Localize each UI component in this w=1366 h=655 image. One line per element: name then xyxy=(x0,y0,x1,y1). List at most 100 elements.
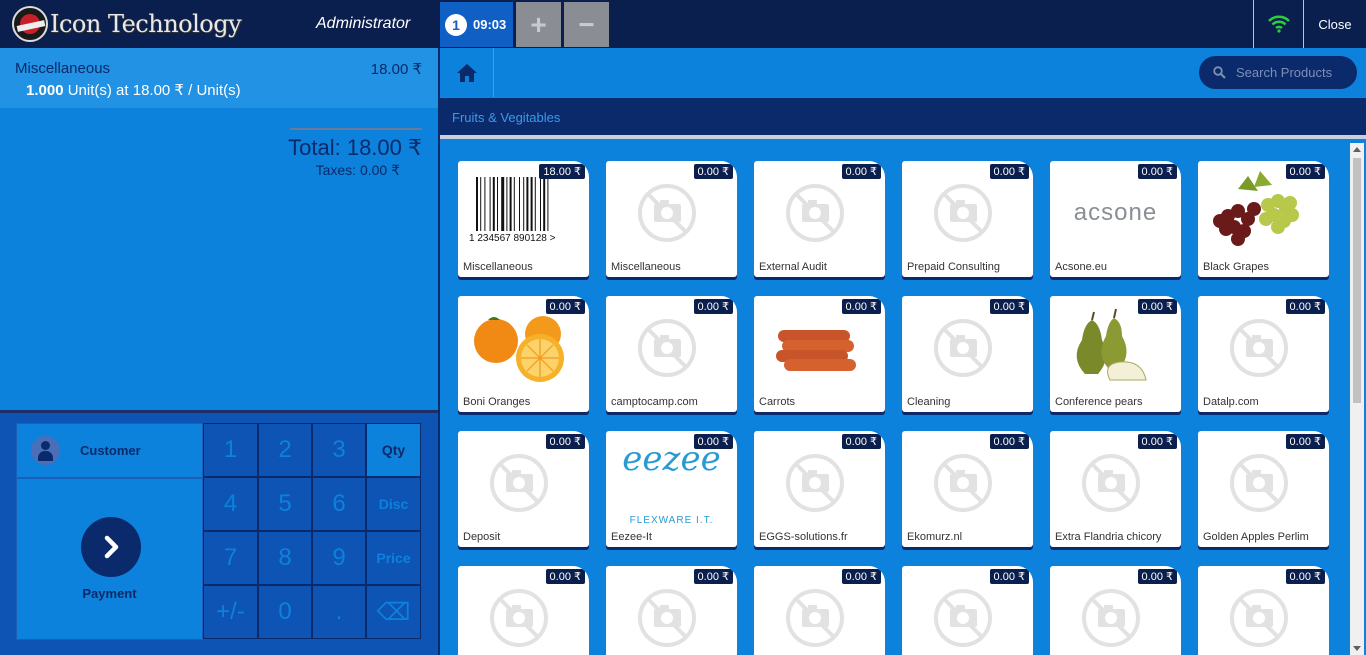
product-price: 0.00 ₹ xyxy=(1285,164,1325,179)
product-card[interactable]: 0.00 ₹ Deposit xyxy=(458,431,589,547)
acsone-logo-text: acsone xyxy=(1073,199,1158,226)
product-card[interactable]: 0.00 ₹ camptocamp.com xyxy=(606,296,737,412)
product-name: Miscellaneous xyxy=(463,261,533,273)
breadcrumb-category[interactable]: Fruits & Vegitables xyxy=(452,110,560,125)
customer-button[interactable]: Customer xyxy=(16,423,203,478)
product-price: 0.00 ₹ xyxy=(989,569,1029,584)
product-card[interactable]: 0.00 ₹ Boni Oranges xyxy=(458,296,589,412)
product-card[interactable]: acsone 0.00 ₹ Acsone.eu xyxy=(1050,161,1181,277)
product-price: 0.00 ₹ xyxy=(841,164,881,179)
product-name: Carrots xyxy=(759,396,796,408)
chevron-right-icon xyxy=(81,517,141,577)
product-name: Cleaning xyxy=(907,396,951,408)
product-card[interactable]: eezee FLEXWARE I.T. 0.00 ₹ Eezee-It xyxy=(606,431,737,547)
company-logo: Icon Technology xyxy=(12,6,242,42)
product-card[interactable]: 0.00 ₹ xyxy=(458,566,589,655)
product-name: Deposit xyxy=(463,531,501,543)
product-name: Miscellaneous xyxy=(611,261,681,273)
product-card[interactable]: 0.00 ₹ Golden Apples Perlim xyxy=(1198,431,1329,547)
product-name: Extra Flandria chicory xyxy=(1055,531,1162,543)
payment-button[interactable]: Payment xyxy=(16,478,203,640)
user-icon xyxy=(31,436,60,465)
product-card[interactable]: 0.00 ₹ Extra Flandria chicory xyxy=(1050,431,1181,547)
payment-label: Payment xyxy=(82,586,137,601)
product-name: camptocamp.com xyxy=(611,396,698,408)
product-card[interactable]: 0.00 ₹ xyxy=(1198,566,1329,655)
numpad-key[interactable]: 6 xyxy=(312,477,366,531)
product-card[interactable]: 0.00 ₹ Black Grapes xyxy=(1198,161,1329,277)
product-grid: 1 234567 890128 >18.00 ₹ Miscellaneous 0.0… xyxy=(458,161,1348,655)
order-line-detail: Unit(s) at 18.00 ₹ / Unit(s) xyxy=(63,82,241,99)
order-time: 09:03 xyxy=(473,17,507,32)
product-price: 0.00 ₹ xyxy=(693,434,733,449)
backspace-key[interactable]: ⌫ xyxy=(366,585,421,639)
order-pane: Miscellaneous 18.00 ₹ 1.000 Unit(s) at 1… xyxy=(0,48,438,655)
customer-label: Customer xyxy=(80,443,141,458)
numpad-key[interactable]: 8 xyxy=(258,531,312,585)
product-card[interactable]: 0.00 ₹ Carrots xyxy=(754,296,885,412)
numpad-mode-disc[interactable]: Disc xyxy=(366,477,421,531)
product-card[interactable]: 0.00 ₹ Prepaid Consulting xyxy=(902,161,1033,277)
search-icon xyxy=(1213,66,1226,79)
scroll-up-icon[interactable] xyxy=(1353,147,1361,152)
product-card[interactable]: 0.00 ₹ Datalp.com xyxy=(1198,296,1329,412)
logo-text: Icon Technology xyxy=(50,10,242,38)
numpad-key[interactable]: 5 xyxy=(258,477,312,531)
numpad-mode-price[interactable]: Price xyxy=(366,531,421,585)
home-button[interactable] xyxy=(440,48,494,97)
order-tab[interactable]: 1 09:03 xyxy=(440,2,513,47)
product-name: Ekomurz.nl xyxy=(907,531,963,543)
product-card[interactable]: 0.00 ₹ Conference pears xyxy=(1050,296,1181,412)
product-card[interactable]: 0.00 ₹ xyxy=(902,566,1033,655)
close-button[interactable]: Close xyxy=(1303,0,1366,48)
product-name: Golden Apples Perlim xyxy=(1203,531,1309,543)
scroll-down-icon[interactable] xyxy=(1353,646,1361,651)
order-line-price: 18.00 ₹ xyxy=(370,61,422,78)
numpad-key[interactable]: . xyxy=(312,585,366,639)
product-name: External Audit xyxy=(759,261,827,273)
product-price: 0.00 ₹ xyxy=(1137,569,1177,584)
product-card[interactable]: 0.00 ₹ Ekomurz.nl xyxy=(902,431,1033,547)
wifi-icon xyxy=(1253,0,1303,48)
order-line-product: Miscellaneous xyxy=(15,60,111,77)
numpad-key[interactable]: 1 xyxy=(203,423,258,477)
product-scrollbar[interactable] xyxy=(1350,143,1364,655)
product-price: 0.00 ₹ xyxy=(1137,164,1177,179)
numpad-key[interactable]: +/- xyxy=(203,585,258,639)
scrollbar-thumb[interactable] xyxy=(1353,158,1361,403)
product-card[interactable]: 0.00 ₹ Miscellaneous xyxy=(606,161,737,277)
search-placeholder: Search Products xyxy=(1236,65,1333,80)
order-number: 1 xyxy=(445,13,467,36)
numpad-key[interactable]: 7 xyxy=(203,531,258,585)
product-price: 0.00 ₹ xyxy=(693,299,733,314)
search-input[interactable]: Search Products xyxy=(1199,56,1357,89)
top-bar: Icon Technology Administrator 1 09:03 + … xyxy=(0,0,1366,48)
product-price: 0.00 ₹ xyxy=(841,434,881,449)
cashier-name[interactable]: Administrator xyxy=(316,15,410,33)
product-price: 0.00 ₹ xyxy=(1285,434,1325,449)
numpad-key[interactable]: 2 xyxy=(258,423,312,477)
order-line[interactable]: Miscellaneous 18.00 ₹ 1.000 Unit(s) at 1… xyxy=(0,48,438,108)
product-card[interactable]: 0.00 ₹ xyxy=(754,566,885,655)
numpad-key[interactable]: 9 xyxy=(312,531,366,585)
add-order-button[interactable]: + xyxy=(516,2,561,47)
numpad-key[interactable]: 3 xyxy=(312,423,366,477)
product-price: 0.00 ₹ xyxy=(545,299,585,314)
product-card[interactable]: 0.00 ₹ External Audit xyxy=(754,161,885,277)
product-card[interactable]: 0.00 ₹ Cleaning xyxy=(902,296,1033,412)
product-price: 0.00 ₹ xyxy=(545,569,585,584)
control-panel: Customer Payment 1 2 3 Qty 4 5 6 Disc 7 8 9 Price +/… xyxy=(0,410,438,655)
product-pane: Search Products Fruits & Vegitables 1 23… xyxy=(440,48,1366,655)
product-card[interactable]: 0.00 ₹ xyxy=(1050,566,1181,655)
numpad-key[interactable]: 0 xyxy=(258,585,312,639)
product-price: 0.00 ₹ xyxy=(841,299,881,314)
product-name: Prepaid Consulting xyxy=(907,261,1000,273)
numpad-key[interactable]: 4 xyxy=(203,477,258,531)
remove-order-button[interactable]: − xyxy=(564,2,609,47)
product-name: Datalp.com xyxy=(1203,396,1259,408)
product-card[interactable]: 0.00 ₹ xyxy=(606,566,737,655)
product-card[interactable]: 0.00 ₹ EGGS-solutions.fr xyxy=(754,431,885,547)
product-card[interactable]: 1 234567 890128 > 18.00 ₹ Miscellaneous xyxy=(458,161,589,277)
product-price: 0.00 ₹ xyxy=(1137,434,1177,449)
numpad-mode-qty[interactable]: Qty xyxy=(366,423,421,477)
